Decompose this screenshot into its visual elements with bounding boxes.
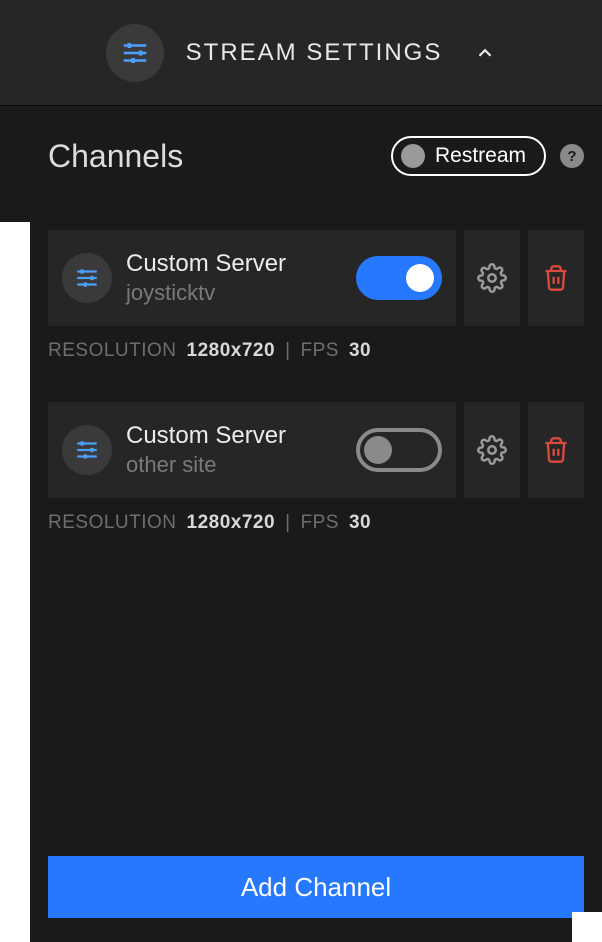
channel-delete-button[interactable] [528, 402, 584, 498]
meta-separator: | [285, 340, 290, 362]
gear-icon [477, 435, 507, 465]
fps-value: 30 [349, 340, 371, 362]
white-corner [572, 912, 602, 942]
sliders-icon [120, 38, 150, 68]
sliders-icon [74, 265, 100, 291]
restream-toggle[interactable]: Restream [391, 136, 546, 176]
fps-value: 30 [349, 512, 371, 534]
meta-separator: | [285, 512, 290, 534]
channel-title: Custom Server [126, 422, 342, 450]
sliders-icon [74, 437, 100, 463]
add-channel-button[interactable]: Add Channel [48, 856, 584, 918]
app-root: STREAM SETTINGS Channels Restream ? [0, 0, 602, 942]
channel-settings-button[interactable] [464, 402, 520, 498]
left-rail [0, 106, 30, 942]
channel-delete-button[interactable] [528, 230, 584, 326]
channel-main: Custom Server other site [48, 402, 456, 498]
channel-texts: Custom Server other site [126, 422, 342, 478]
restream-knob-icon [401, 144, 425, 168]
channels-panel: Channels Restream ? [30, 106, 602, 942]
channel-icon-circle [62, 253, 112, 303]
header-icon-circle [106, 24, 164, 82]
channel-title: Custom Server [126, 250, 342, 278]
panel-header: Channels Restream ? [48, 136, 584, 176]
fps-label: FPS [301, 340, 339, 362]
resolution-value: 1280x720 [187, 340, 276, 362]
channel-main: Custom Server joysticktv [48, 230, 456, 326]
body: Channels Restream ? [0, 106, 602, 942]
fps-label: FPS [301, 512, 339, 534]
header-title: STREAM SETTINGS [186, 39, 443, 67]
panel-header-right: Restream ? [391, 136, 584, 176]
gear-icon [477, 263, 507, 293]
toggle-knob-icon [406, 264, 434, 292]
channel-enable-toggle[interactable] [356, 428, 442, 472]
channel-item: Custom Server joysticktv [48, 230, 584, 362]
channel-row: Custom Server joysticktv [48, 230, 584, 326]
channel-texts: Custom Server joysticktv [126, 250, 342, 306]
chevron-up-icon[interactable] [474, 42, 496, 64]
resolution-value: 1280x720 [187, 512, 276, 534]
channel-row: Custom Server other site [48, 402, 584, 498]
channel-settings-button[interactable] [464, 230, 520, 326]
channels-title: Channels [48, 138, 183, 175]
trash-icon [542, 436, 570, 464]
channel-subtitle: joysticktv [126, 280, 342, 306]
channel-meta: RESOLUTION 1280x720 | FPS 30 [48, 340, 584, 362]
channel-icon-circle [62, 425, 112, 475]
trash-icon [542, 264, 570, 292]
channels-list: Custom Server joysticktv [48, 230, 584, 534]
channel-meta: RESOLUTION 1280x720 | FPS 30 [48, 512, 584, 534]
channel-item: Custom Server other site [48, 402, 584, 534]
channel-enable-toggle[interactable] [356, 256, 442, 300]
header: STREAM SETTINGS [0, 0, 602, 106]
resolution-label: RESOLUTION [48, 340, 177, 362]
restream-label: Restream [435, 144, 526, 168]
resolution-label: RESOLUTION [48, 512, 177, 534]
help-icon[interactable]: ? [560, 144, 584, 168]
channel-subtitle: other site [126, 452, 342, 478]
toggle-knob-icon [364, 436, 392, 464]
